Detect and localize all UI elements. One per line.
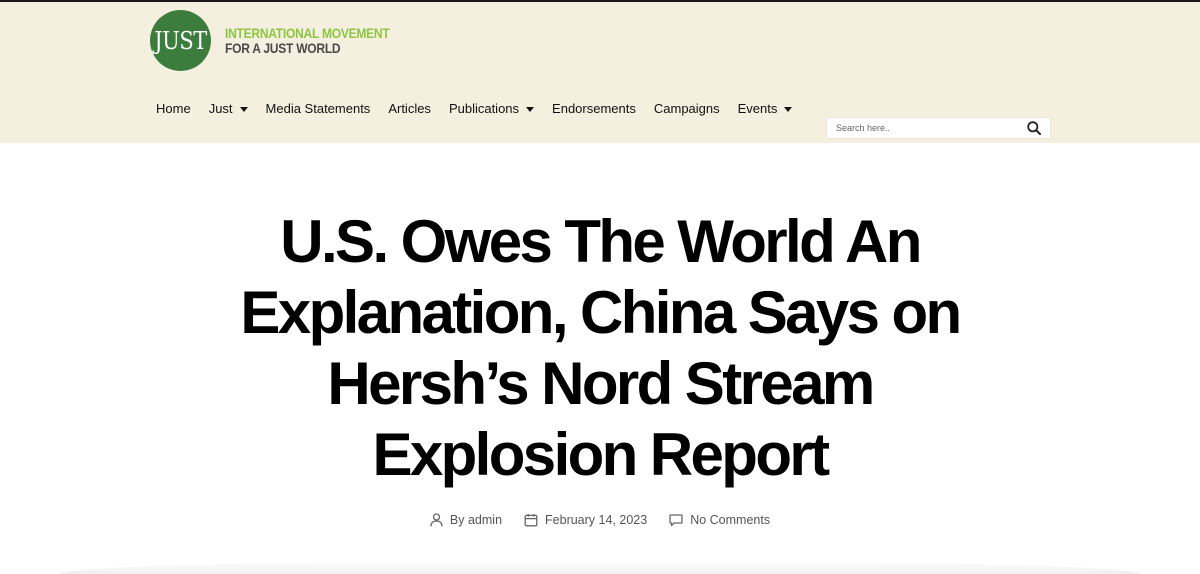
nav-item-just[interactable]: Just [209, 101, 248, 116]
post-date: February 14, 2023 [524, 513, 647, 527]
nav-item-label: Just [208, 101, 233, 116]
user-icon [430, 513, 443, 527]
search-icon [1027, 121, 1041, 135]
comments-link[interactable]: No Comments [690, 513, 770, 527]
nav-item-events[interactable]: Events [738, 101, 793, 116]
logo-line-1: INTERNATIONAL MOVEMENT [225, 24, 390, 41]
nav-item-media-statements[interactable]: Media Statements [266, 101, 371, 116]
post-date-link[interactable]: February 14, 2023 [545, 513, 647, 527]
site-logo[interactable]: JUST INTERNATIONAL MOVEMENT FOR A JUST W… [150, 10, 416, 71]
logo-wordmark: INTERNATIONAL MOVEMENT FOR A JUST WORLD [225, 24, 416, 56]
nav-item-campaigns[interactable]: Campaigns [654, 101, 720, 116]
article-title: U.S. Owes The World An Explanation, Chin… [240, 208, 962, 488]
nav-item-label: Media Statements [265, 101, 371, 116]
logo-line-2: FOR A JUST WORLD [225, 39, 341, 56]
search-input[interactable] [827, 118, 1022, 138]
nav-item-endorsements[interactable]: Endorsements [552, 101, 636, 116]
nav-item-label: Endorsements [552, 101, 636, 116]
logo-badge: JUST [150, 10, 211, 71]
nav-item-label: Events [737, 101, 778, 116]
caret-down-icon [784, 106, 793, 112]
nav-item-label: Home [156, 101, 191, 116]
nav-item-label: Campaigns [653, 101, 720, 116]
nav-item-label: Publications [448, 101, 520, 116]
calendar-icon [524, 514, 538, 527]
search-form [826, 117, 1051, 139]
main-nav: Home Just Media Statements Articles Publ… [156, 101, 810, 116]
post-author: By admin [430, 513, 502, 527]
author-link[interactable]: admin [468, 513, 502, 527]
nav-item-publications[interactable]: Publications [448, 101, 535, 116]
search-button[interactable] [1022, 118, 1046, 138]
logo-badge-text: JUST [154, 26, 207, 55]
comment-icon [669, 514, 683, 527]
caret-down-icon [239, 106, 248, 112]
content-card-edge [60, 560, 1140, 574]
nav-item-home[interactable]: Home [156, 101, 191, 116]
nav-item-label: Articles [388, 101, 431, 116]
author-prefix: By [449, 513, 465, 527]
post-meta: By admin February 14, 2023 No Comments [0, 513, 1200, 527]
nav-item-articles[interactable]: Articles [388, 101, 431, 116]
post-comments: No Comments [669, 513, 770, 527]
site-header: JUST INTERNATIONAL MOVEMENT FOR A JUST W… [0, 2, 1200, 143]
caret-down-icon [526, 106, 535, 112]
